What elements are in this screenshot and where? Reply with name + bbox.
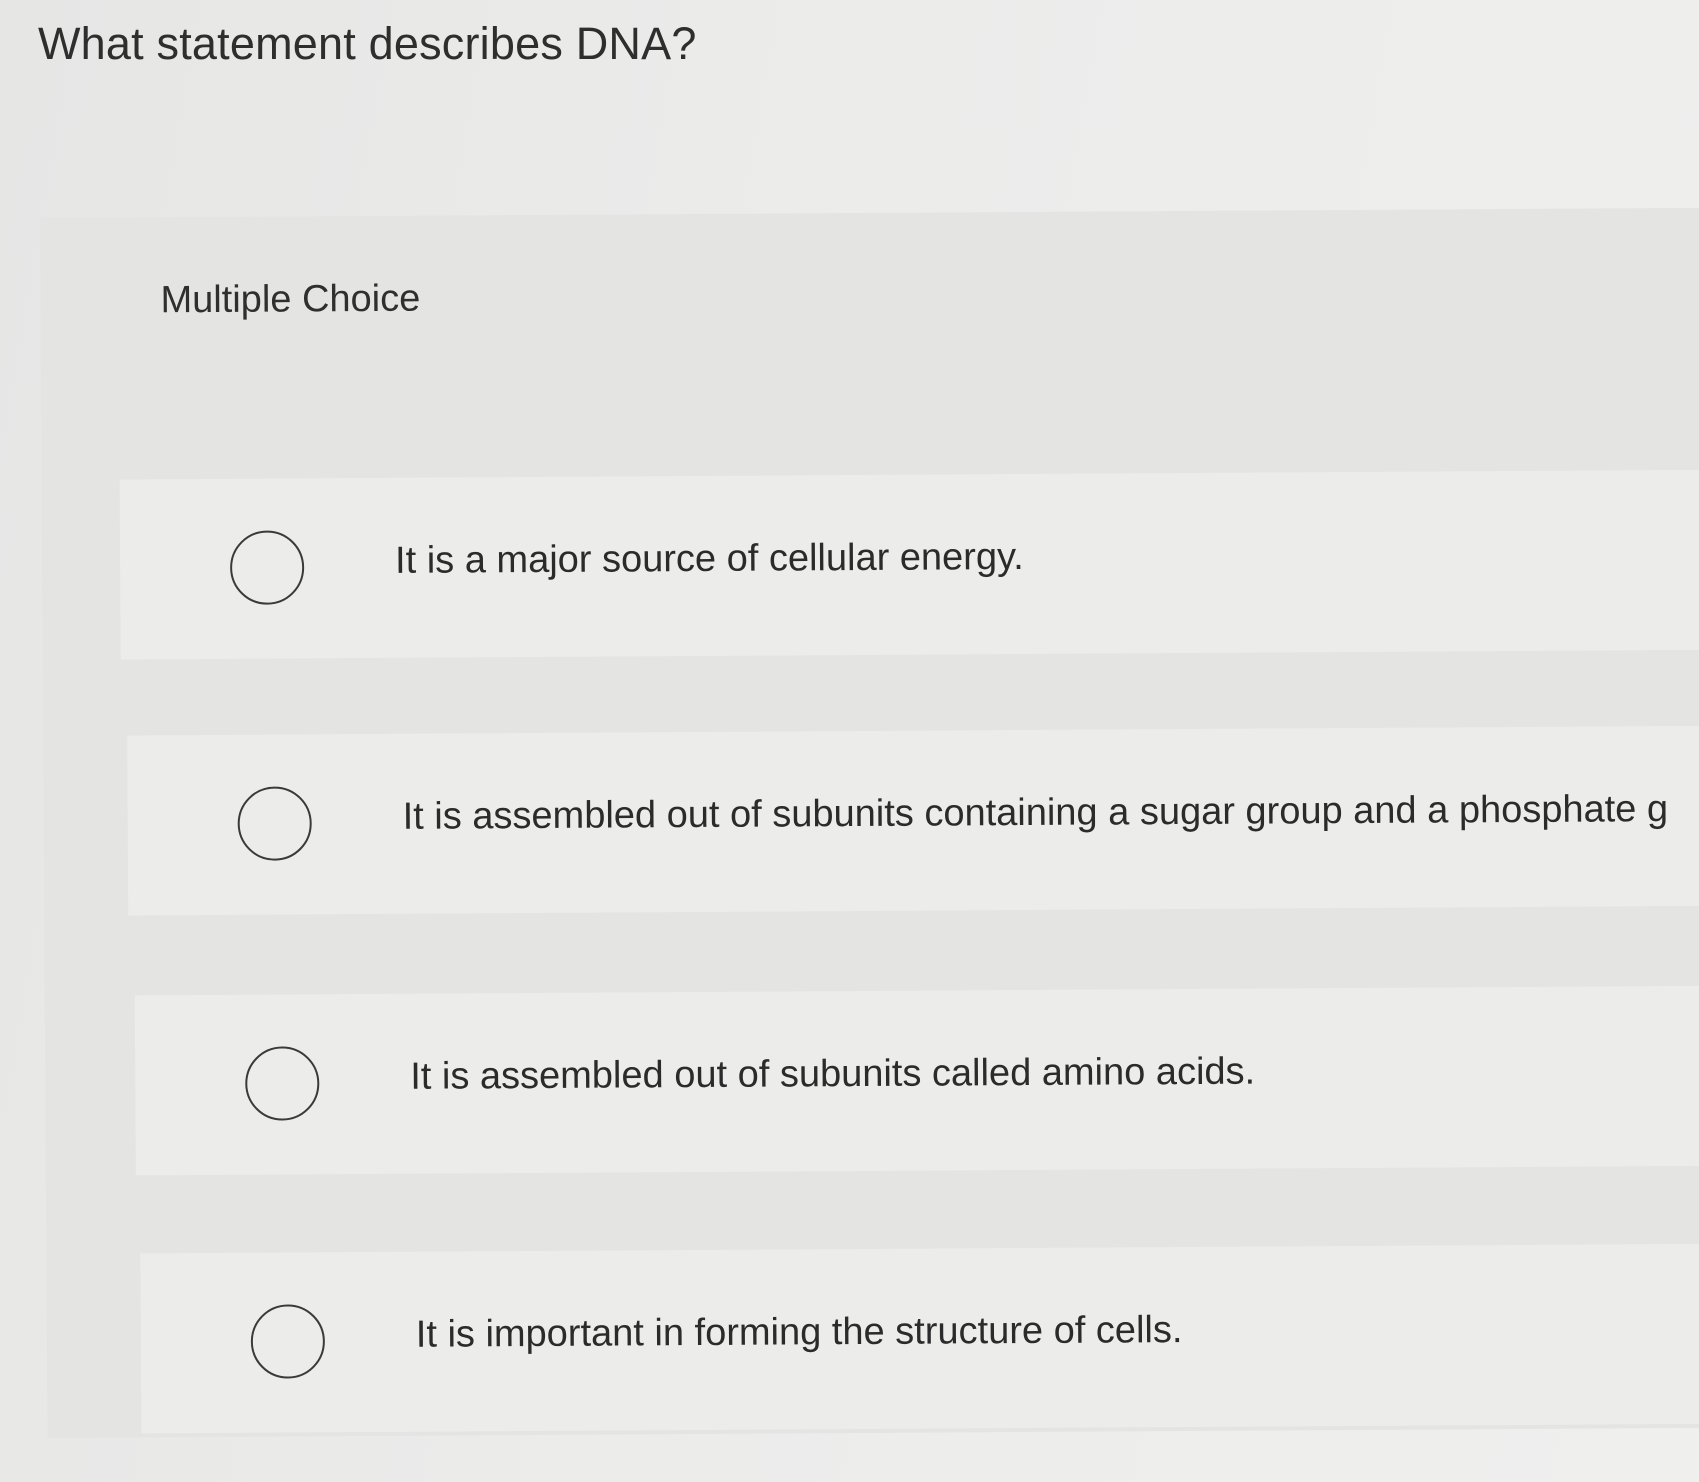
answer-option-label: It is a major source of cellular energy. <box>394 535 1024 582</box>
radio-button-icon[interactable] <box>245 1046 320 1121</box>
answer-option-3[interactable]: It is assembled out of subunits called a… <box>134 985 1699 1176</box>
panel-header: Multiple Choice <box>160 277 421 322</box>
answer-option-4[interactable]: It is important in forming the structure… <box>140 1243 1699 1434</box>
answer-option-label: It is important in forming the structure… <box>415 1309 1183 1356</box>
multiple-choice-panel: Multiple Choice It is a major source of … <box>40 207 1699 1438</box>
radio-button-icon[interactable] <box>250 1304 326 1379</box>
radio-button-icon[interactable] <box>229 530 305 605</box>
question-title: What statement describes DNA? <box>38 18 697 69</box>
radio-button-icon[interactable] <box>237 786 312 861</box>
answer-option-label: It is assembled out of subunits called a… <box>410 1050 1256 1098</box>
answer-option-1[interactable]: It is a major source of cellular energy. <box>119 469 1699 660</box>
answer-option-label: It is assembled out of subunits containi… <box>402 788 1669 838</box>
quiz-page: What statement describes DNA? Multiple C… <box>0 0 1699 1482</box>
answer-option-2[interactable]: It is assembled out of subunits containi… <box>127 725 1699 916</box>
